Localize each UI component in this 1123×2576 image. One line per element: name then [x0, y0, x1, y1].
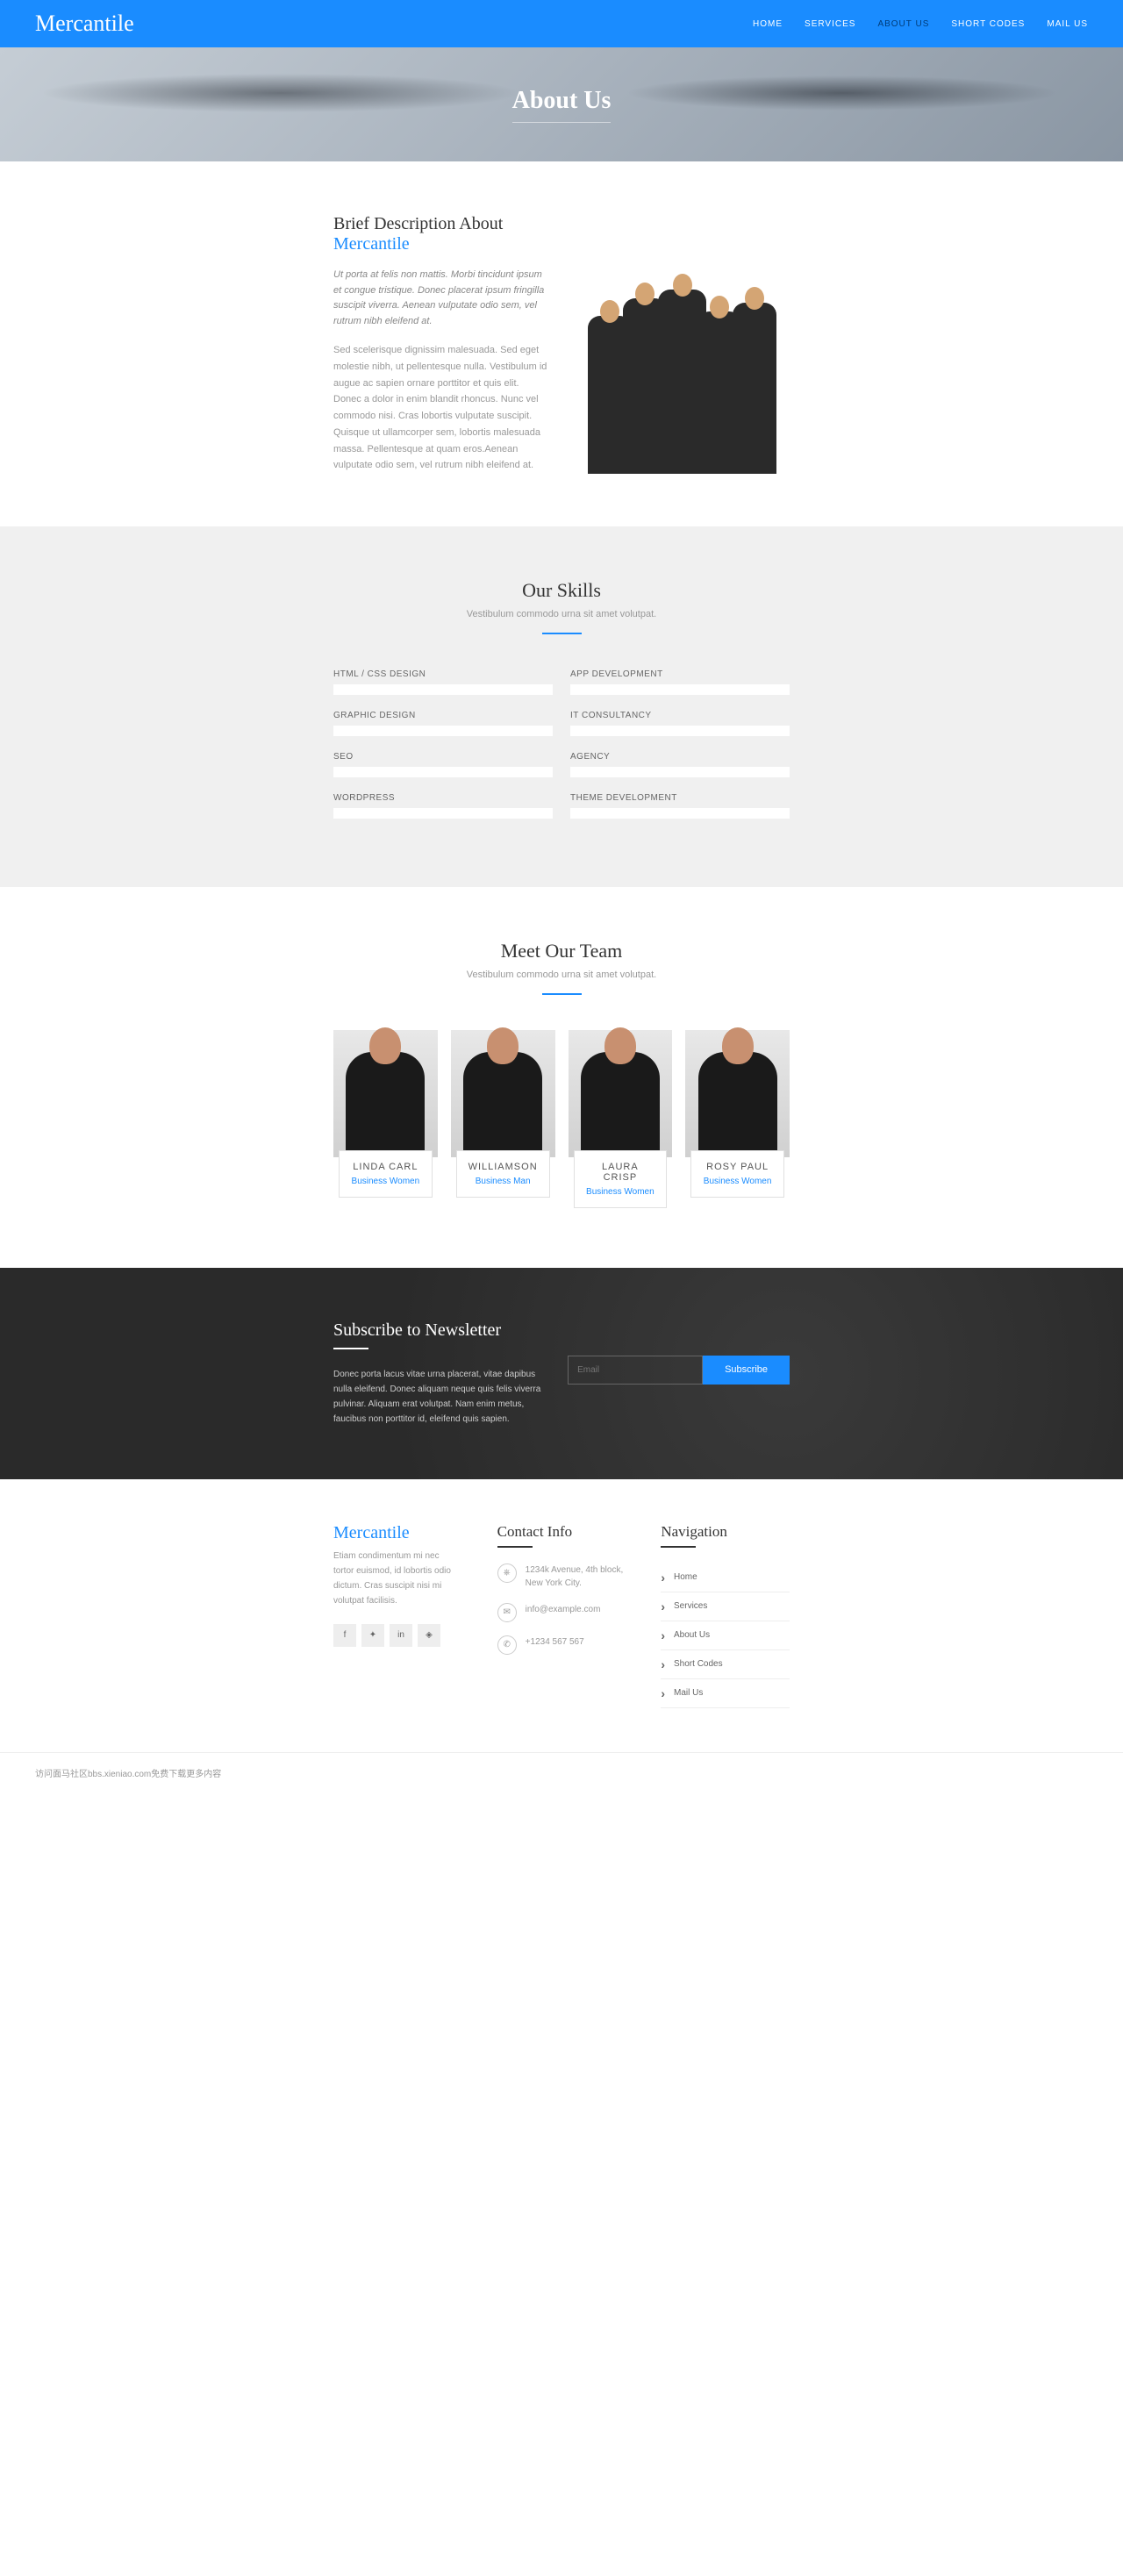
team-title: Meet Our Team: [333, 940, 790, 962]
skill-label: HTML / CSS DESIGN: [333, 669, 553, 679]
team-role: Business Women: [702, 1177, 773, 1186]
footer-nav-link[interactable]: Home: [661, 1563, 790, 1592]
email-input[interactable]: [568, 1356, 703, 1385]
skill-item: SEO: [333, 752, 553, 777]
skill-label: APP DEVELOPMENT: [570, 669, 790, 679]
team-card[interactable]: LAURA CRISP Business Women: [569, 1030, 673, 1215]
footer-brand: Mercantile: [333, 1523, 462, 1543]
team-photo: [451, 1030, 555, 1157]
skill-label: THEME DEVELOPMENT: [570, 793, 790, 803]
about-intro: Ut porta at felis non mattis. Morbi tinc…: [333, 268, 548, 329]
mail-icon: ✉: [497, 1603, 517, 1622]
subscribe-section: Subscribe to Newsletter Donec porta lacu…: [0, 1268, 1123, 1479]
skill-label: AGENCY: [570, 752, 790, 762]
team-role: Business Women: [350, 1177, 421, 1186]
skill-label: SEO: [333, 752, 553, 762]
header: Mercantile HOME SERVICES ABOUT US SHORT …: [0, 0, 1123, 47]
twitter-icon[interactable]: ✦: [361, 1624, 384, 1647]
team-name: WILLIAMSON: [468, 1162, 539, 1172]
nav-mail[interactable]: MAIL US: [1047, 19, 1088, 29]
skill-bar: [570, 808, 790, 819]
team-name: LAURA CRISP: [585, 1162, 656, 1183]
team-name: LINDA CARL: [350, 1162, 421, 1172]
team-card[interactable]: LINDA CARL Business Women: [333, 1030, 438, 1215]
nav-codes[interactable]: SHORT CODES: [951, 19, 1025, 29]
team-photo: [333, 1030, 438, 1157]
team-name: ROSY PAUL: [702, 1162, 773, 1172]
skill-bar: [570, 684, 790, 695]
skill-item: WORDPRESS: [333, 793, 553, 819]
contact-title: Contact Info: [497, 1523, 626, 1541]
subscribe-text: Donec porta lacus vitae urna placerat, v…: [333, 1367, 541, 1427]
footer: Mercantile Etiam condimentum mi nec tort…: [0, 1479, 1123, 1752]
skills-title: Our Skills: [333, 579, 790, 602]
about-para: Sed scelerisque dignissim malesuada. Sed…: [333, 342, 548, 474]
skills-sub: Vestibulum commodo urna sit amet volutpa…: [333, 609, 790, 619]
skill-item: APP DEVELOPMENT: [570, 669, 790, 695]
team-section: Meet Our Team Vestibulum commodo urna si…: [0, 887, 1123, 1268]
phone-icon: ✆: [497, 1635, 517, 1655]
location-icon: ⎈: [497, 1563, 517, 1583]
skill-item: THEME DEVELOPMENT: [570, 793, 790, 819]
facebook-icon[interactable]: f: [333, 1624, 356, 1647]
skill-bar: [333, 684, 553, 695]
team-role: Business Women: [585, 1187, 656, 1197]
skill-label: WORDPRESS: [333, 793, 553, 803]
team-photo: [569, 1030, 673, 1157]
team-card[interactable]: WILLIAMSON Business Man: [451, 1030, 555, 1215]
skill-item: IT CONSULTANCY: [570, 711, 790, 736]
team-role: Business Man: [468, 1177, 539, 1186]
contact-email[interactable]: info@example.com: [526, 1603, 601, 1616]
contact-phone: +1234 567 567: [526, 1635, 584, 1649]
skill-item: GRAPHIC DESIGN: [333, 711, 553, 736]
skill-bar: [570, 767, 790, 777]
skills-section: Our Skills Vestibulum commodo urna sit a…: [0, 526, 1123, 887]
skill-label: GRAPHIC DESIGN: [333, 711, 553, 720]
bottom-bar: 访问面马社区bbs.xieniao.com免费下载更多内容: [0, 1752, 1123, 1792]
instagram-icon[interactable]: ◈: [418, 1624, 440, 1647]
team-card[interactable]: ROSY PAUL Business Women: [685, 1030, 790, 1215]
footer-nav-link[interactable]: About Us: [661, 1621, 790, 1650]
subscribe-title: Subscribe to Newsletter: [333, 1320, 541, 1341]
main-nav: HOME SERVICES ABOUT US SHORT CODES MAIL …: [753, 19, 1088, 29]
contact-address: 1234k Avenue, 4th block, New York City.: [526, 1563, 626, 1590]
team-photo: [685, 1030, 790, 1157]
nav-services[interactable]: SERVICES: [805, 19, 855, 29]
navigation-title: Navigation: [661, 1523, 790, 1541]
skill-label: IT CONSULTANCY: [570, 711, 790, 720]
about-heading: Brief Description About Mercantile: [333, 214, 548, 254]
nav-about[interactable]: ABOUT US: [877, 19, 929, 29]
team-sub: Vestibulum commodo urna sit amet volutpa…: [333, 970, 790, 980]
skill-bar: [570, 726, 790, 736]
subscribe-button[interactable]: Subscribe: [703, 1356, 790, 1385]
skill-item: AGENCY: [570, 752, 790, 777]
footer-nav-link[interactable]: Short Codes: [661, 1650, 790, 1679]
skill-bar: [333, 808, 553, 819]
nav-home[interactable]: HOME: [753, 19, 783, 29]
about-section: Brief Description About Mercantile Ut po…: [0, 161, 1123, 526]
banner: About Us: [0, 47, 1123, 161]
linkedin-icon[interactable]: in: [390, 1624, 412, 1647]
footer-brand-text: Etiam condimentum mi nec tortor euismod,…: [333, 1549, 462, 1608]
skill-bar: [333, 767, 553, 777]
page-title: About Us: [512, 87, 612, 123]
footer-nav-link[interactable]: Services: [661, 1592, 790, 1621]
skill-item: HTML / CSS DESIGN: [333, 669, 553, 695]
logo[interactable]: Mercantile: [35, 11, 134, 37]
about-image: [575, 214, 790, 474]
skill-bar: [333, 726, 553, 736]
footer-nav-link[interactable]: Mail Us: [661, 1679, 790, 1708]
